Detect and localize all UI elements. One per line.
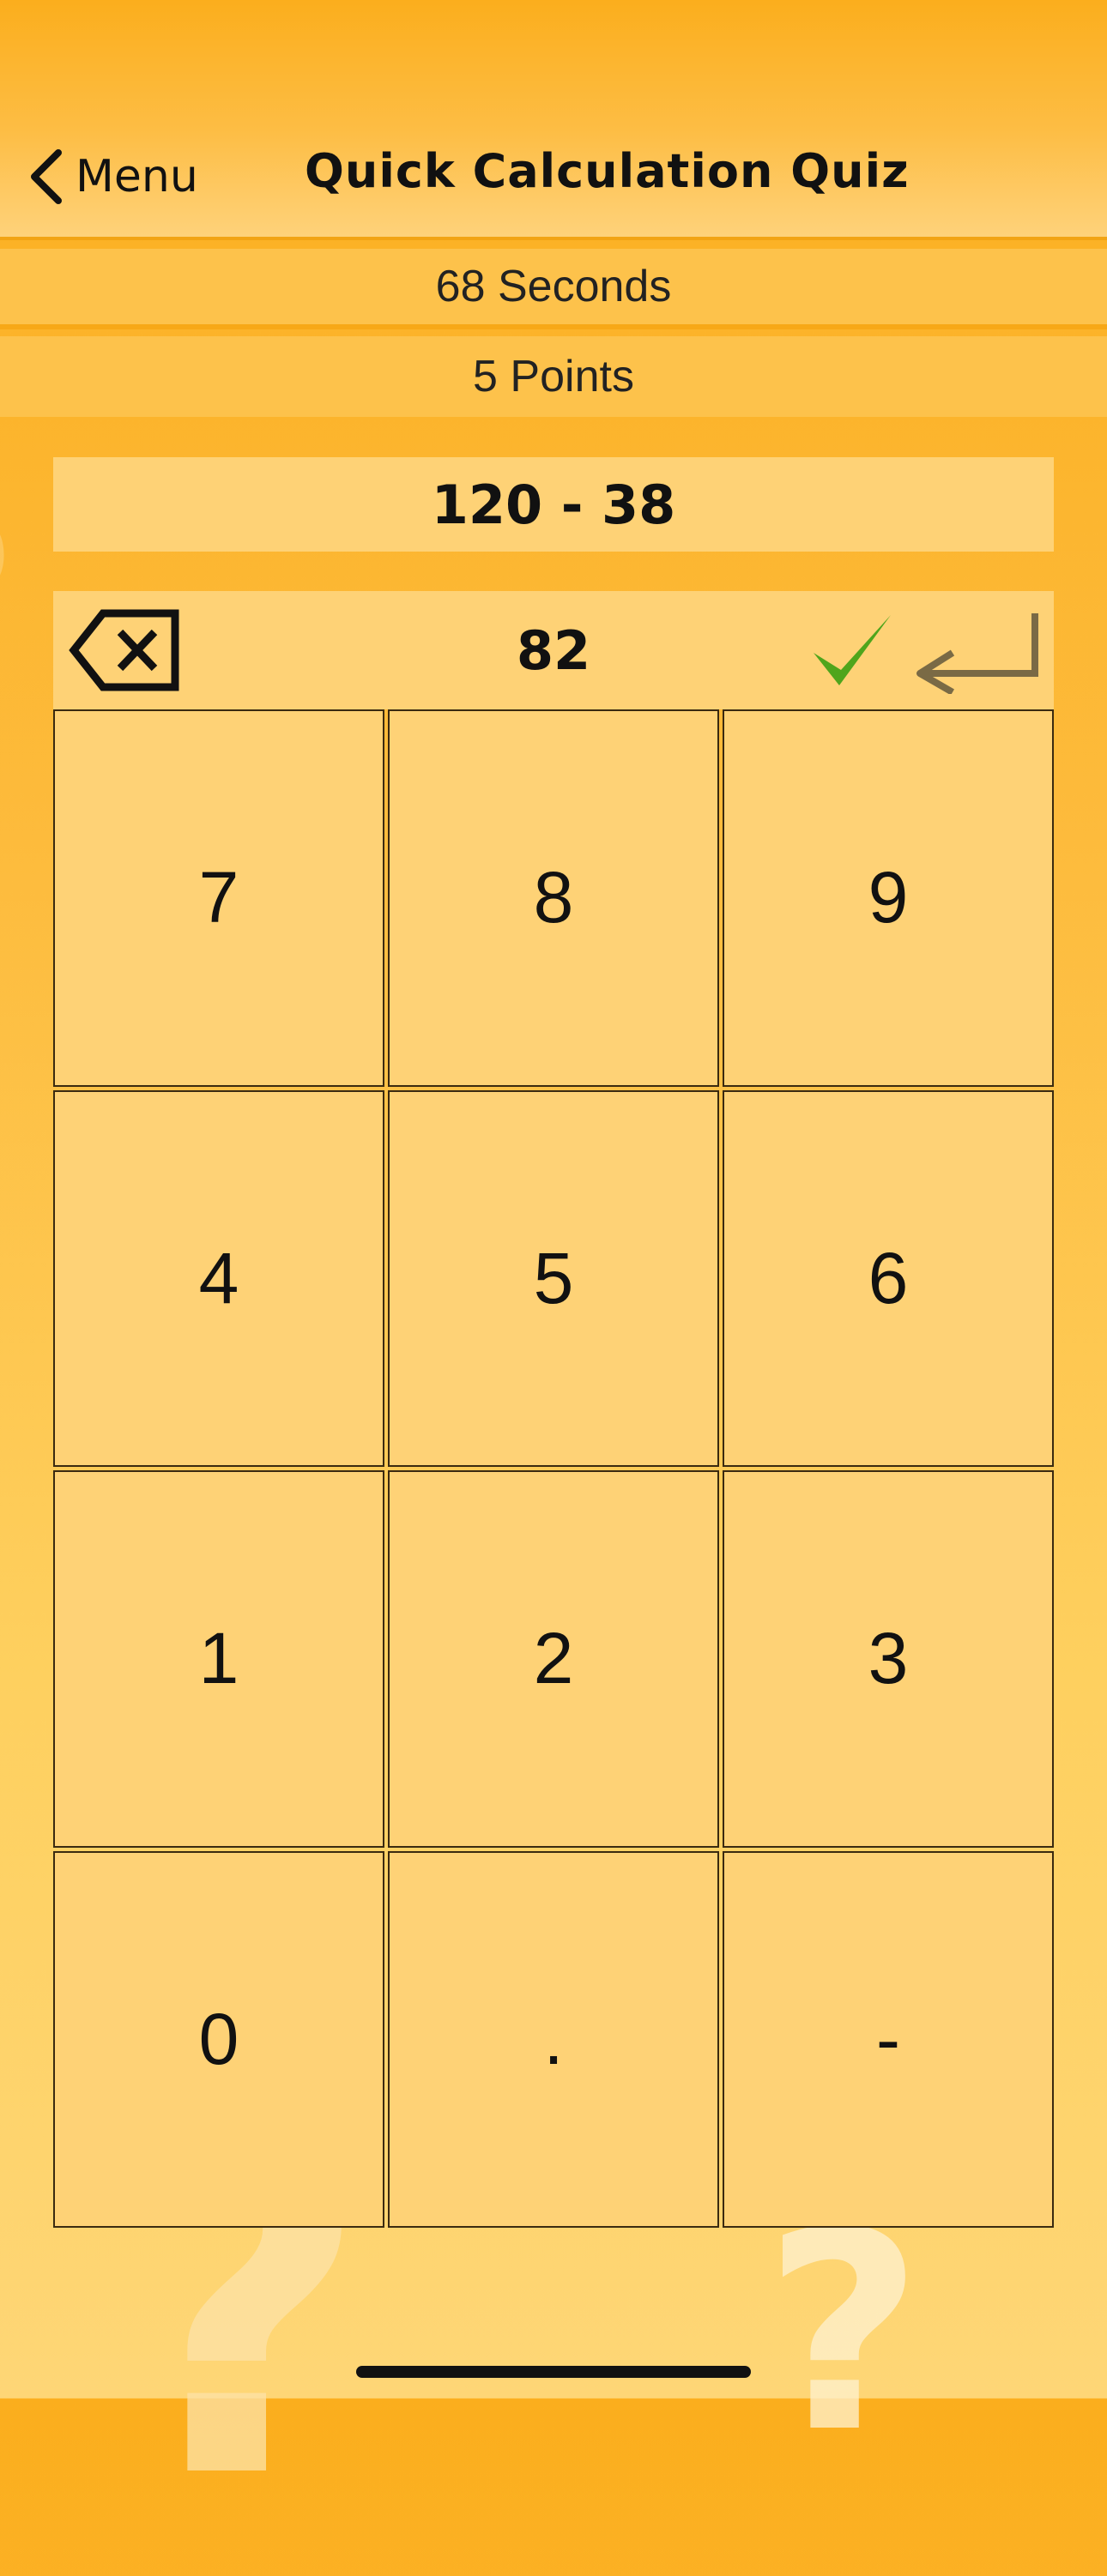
key-6[interactable]: 6 bbox=[723, 1089, 1054, 1467]
answer-bar: 82 bbox=[53, 591, 1054, 709]
key-decimal[interactable]: . bbox=[388, 1850, 719, 2228]
question-display: 120 - 38 bbox=[53, 457, 1054, 552]
background-question-mark: ? bbox=[0, 480, 21, 738]
key-0[interactable]: 0 bbox=[53, 1850, 384, 2228]
answer-input: 82 bbox=[516, 618, 591, 682]
number-keypad: 7 8 9 4 5 6 1 2 3 0 . - bbox=[53, 709, 1054, 2228]
points-display: 5 Points bbox=[0, 336, 1107, 417]
key-9[interactable]: 9 bbox=[723, 709, 1054, 1087]
timer-display: 68 Seconds bbox=[0, 249, 1107, 329]
back-button[interactable]: Menu bbox=[26, 146, 198, 208]
key-minus[interactable]: - bbox=[723, 1850, 1054, 2228]
chevron-left-icon bbox=[31, 149, 62, 204]
background-question-mark: ? bbox=[764, 2174, 923, 2493]
key-2[interactable]: 2 bbox=[388, 1470, 719, 1848]
key-8[interactable]: 8 bbox=[388, 709, 719, 1087]
enter-return-icon[interactable] bbox=[908, 608, 1045, 694]
checkmark-icon bbox=[814, 615, 891, 685]
key-3[interactable]: 3 bbox=[723, 1470, 1054, 1848]
back-button-label: Menu bbox=[76, 151, 198, 202]
key-1[interactable]: 1 bbox=[53, 1470, 384, 1848]
key-4[interactable]: 4 bbox=[53, 1089, 384, 1467]
home-indicator[interactable] bbox=[356, 2366, 751, 2378]
navigation-bar: Menu Quick Calculation Quiz bbox=[0, 0, 1107, 240]
key-7[interactable]: 7 bbox=[53, 709, 384, 1087]
page-title: Quick Calculation Quiz bbox=[305, 144, 910, 198]
key-5[interactable]: 5 bbox=[388, 1089, 719, 1467]
